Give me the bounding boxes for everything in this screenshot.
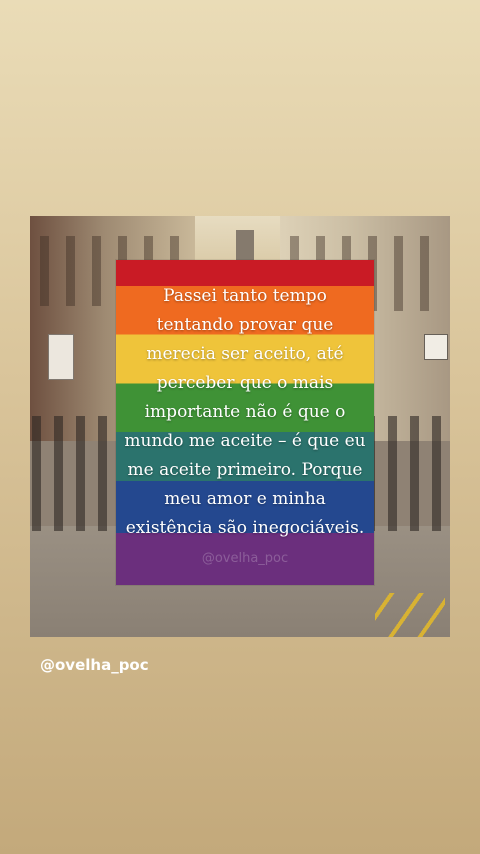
crowd-left: [32, 416, 120, 531]
quote-text: Passei tanto tempo tentando provar que m…: [124, 286, 366, 538]
sign-left: [48, 334, 74, 380]
post-image: Passei tanto tempo tentando provar que m…: [30, 216, 450, 637]
mention-sticker[interactable]: @ovelha_poc: [40, 656, 149, 674]
street-lines: [375, 593, 445, 637]
watermark: @ovelha_poc: [201, 551, 289, 566]
rainbow-wall: Passei tanto tempo tentando provar que m…: [116, 260, 374, 585]
crowd-right: [366, 416, 444, 531]
sign-right: [424, 334, 448, 360]
